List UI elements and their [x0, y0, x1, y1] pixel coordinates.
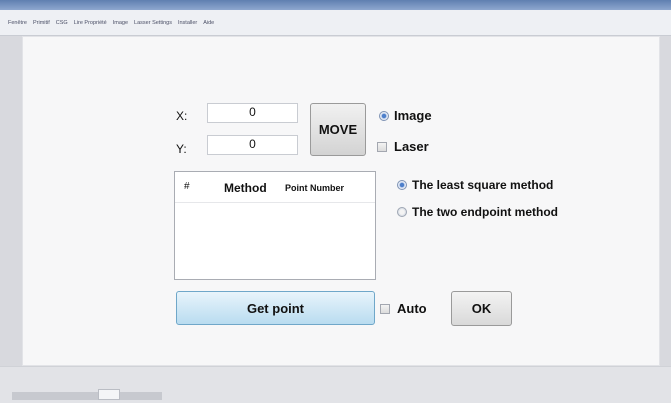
- column-index: #: [184, 181, 190, 192]
- auto-checkbox[interactable]: Auto: [380, 301, 427, 316]
- menu-item-csg[interactable]: CSG: [56, 20, 68, 26]
- status-strip: [12, 392, 162, 400]
- image-radio[interactable]: Image: [379, 108, 432, 123]
- menu-item-help[interactable]: Aide: [203, 20, 214, 26]
- two-endpoint-radio[interactable]: The two endpoint method: [397, 205, 558, 219]
- laser-checkbox-icon: [377, 141, 387, 152]
- menu-bar: Fenêtre Primitif CSG Lire Propriété Imag…: [0, 10, 671, 36]
- image-radio-icon: [379, 110, 389, 121]
- menu-item-fenetre[interactable]: Fenêtre: [8, 20, 27, 26]
- y-input[interactable]: 0: [207, 135, 298, 155]
- two-endpoint-radio-icon: [397, 207, 407, 217]
- menu-item-installer[interactable]: Installer: [178, 20, 197, 26]
- menu-item-laser-settings[interactable]: Lasser Settings: [134, 20, 172, 26]
- least-square-radio-icon: [397, 180, 407, 190]
- image-radio-label: Image: [394, 108, 432, 123]
- y-label: Y:: [176, 142, 187, 156]
- menu-item-image[interactable]: Image: [113, 20, 128, 26]
- move-button[interactable]: MOVE: [310, 103, 366, 156]
- column-point-number: Point Number: [285, 183, 345, 193]
- points-table[interactable]: # Method Point Number: [174, 171, 376, 280]
- points-table-header: # Method Point Number: [175, 172, 375, 203]
- column-method: Method: [224, 181, 267, 195]
- least-square-radio[interactable]: The least square method: [397, 178, 553, 192]
- get-point-button[interactable]: Get point: [176, 291, 375, 325]
- menu-item-primitif[interactable]: Primitif: [33, 20, 50, 26]
- two-endpoint-radio-label: The two endpoint method: [412, 205, 558, 219]
- x-input[interactable]: 0: [207, 103, 298, 123]
- least-square-radio-label: The least square method: [412, 178, 554, 192]
- ok-button[interactable]: OK: [451, 291, 512, 326]
- auto-checkbox-label: Auto: [397, 301, 427, 316]
- laser-checkbox[interactable]: Laser: [377, 139, 429, 154]
- status-tab[interactable]: [98, 389, 120, 400]
- laser-checkbox-label: Laser: [394, 139, 429, 154]
- x-label: X:: [176, 109, 188, 123]
- window-title-bar: [0, 0, 671, 10]
- menu-item-properties[interactable]: Lire Propriété: [74, 20, 107, 26]
- auto-checkbox-icon: [380, 303, 390, 314]
